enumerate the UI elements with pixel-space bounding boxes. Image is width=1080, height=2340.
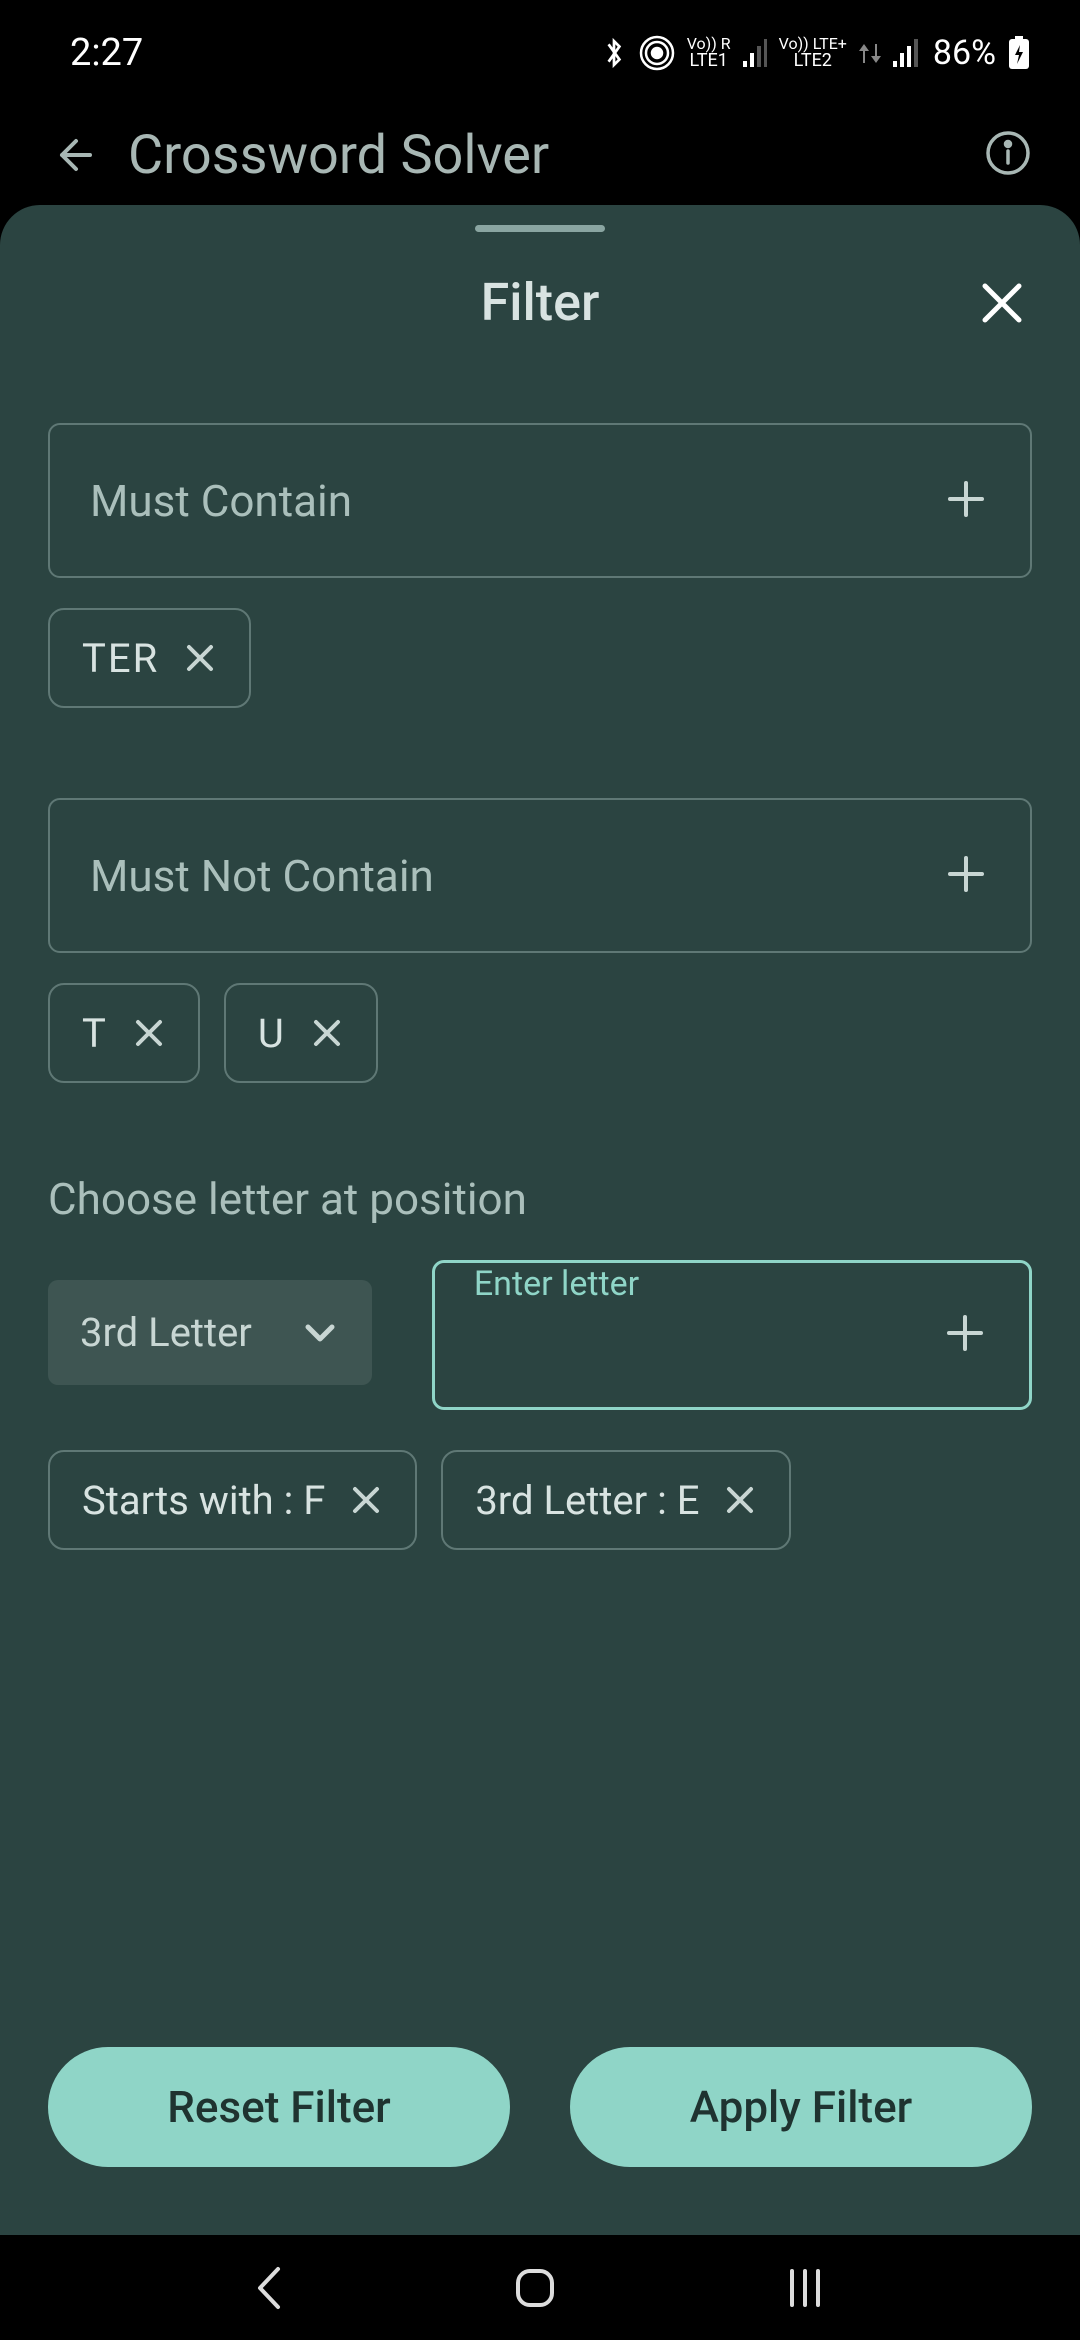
close-icon <box>310 1016 344 1050</box>
info-button[interactable] <box>984 129 1032 181</box>
must-contain-label: Must Contain <box>90 475 942 527</box>
position-dropdown[interactable]: 3rd Letter <box>48 1280 372 1385</box>
updown-icon <box>859 39 881 67</box>
position-chips: Starts with : F 3rd Letter : E <box>48 1450 1032 1550</box>
back-icon[interactable] <box>48 131 96 179</box>
nav-back-icon[interactable] <box>250 2263 290 2313</box>
lte1-indicator: Vo)) R LTE1 <box>687 36 731 70</box>
modal-header: Filter <box>48 272 1032 333</box>
close-button[interactable] <box>972 273 1032 333</box>
add-must-contain[interactable] <box>942 475 990 527</box>
bluetooth-icon <box>601 35 627 71</box>
signal2-icon <box>893 39 921 67</box>
position-section-label: Choose letter at position <box>48 1173 1032 1225</box>
close-icon <box>183 641 217 675</box>
must-not-contain-input[interactable]: Must Not Contain <box>48 798 1032 953</box>
hotspot-icon <box>639 35 675 71</box>
must-contain-input[interactable]: Must Contain <box>48 423 1032 578</box>
lte2-indicator: Vo)) LTE+ LTE2 <box>779 36 847 70</box>
battery-icon <box>1008 36 1030 70</box>
chip-remove[interactable] <box>349 1483 383 1517</box>
dropdown-value: 3rd Letter <box>80 1309 252 1356</box>
chip-remove[interactable] <box>310 1016 344 1050</box>
must-not-contain-chips: T U <box>48 983 1032 1083</box>
status-bar: 2:27 Vo)) R LTE1 Vo)) LTE+ LTE2 86% <box>0 0 1080 105</box>
plus-icon <box>942 475 990 523</box>
close-icon <box>723 1483 757 1517</box>
filter-modal: Filter Must Contain TER Must Not Contain <box>0 205 1080 2235</box>
status-indicators: Vo)) R LTE1 Vo)) LTE+ LTE2 86% <box>601 33 1030 73</box>
signal1-icon <box>743 39 767 67</box>
apply-filter-button[interactable]: Apply Filter <box>570 2047 1032 2167</box>
must-contain-group: Must Contain <box>48 423 1032 578</box>
modal-title: Filter <box>48 272 972 333</box>
reset-label: Reset Filter <box>167 2081 391 2133</box>
enter-letter-label: Enter letter <box>462 1264 651 1304</box>
chip-must-contain[interactable]: TER <box>48 608 251 708</box>
chip-position[interactable]: 3rd Letter : E <box>441 1450 791 1550</box>
position-row: 3rd Letter Enter letter <box>48 1280 1032 1410</box>
chip-label: TER <box>82 635 159 682</box>
chip-remove[interactable] <box>132 1016 166 1050</box>
footer-buttons: Reset Filter Apply Filter <box>48 2047 1032 2187</box>
chip-label: Starts with : F <box>82 1477 325 1524</box>
app-title: Crossword Solver <box>128 124 952 187</box>
chip-position[interactable]: Starts with : F <box>48 1450 417 1550</box>
nav-recents-icon[interactable] <box>780 2263 830 2313</box>
close-icon <box>975 276 1029 330</box>
reset-filter-button[interactable]: Reset Filter <box>48 2047 510 2167</box>
info-icon <box>984 129 1032 177</box>
enter-letter-input[interactable]: Enter letter <box>432 1260 1032 1410</box>
status-time: 2:27 <box>70 31 143 75</box>
chip-label: 3rd Letter : E <box>475 1477 699 1524</box>
close-icon <box>132 1016 166 1050</box>
chip-must-not-contain[interactable]: T <box>48 983 200 1083</box>
chip-label: T <box>82 1010 108 1057</box>
battery-percent: 86% <box>933 33 996 73</box>
chevron-down-icon <box>300 1313 340 1353</box>
must-not-contain-group: Must Not Contain <box>48 798 1032 953</box>
apply-label: Apply Filter <box>690 2081 912 2133</box>
chip-must-not-contain[interactable]: U <box>224 983 378 1083</box>
plus-icon <box>941 1309 989 1357</box>
chip-remove[interactable] <box>723 1483 757 1517</box>
must-not-contain-label: Must Not Contain <box>90 850 942 902</box>
add-position-letter[interactable] <box>941 1309 989 1361</box>
chip-label: U <box>258 1010 286 1057</box>
must-contain-chips: TER <box>48 608 1032 708</box>
chip-remove[interactable] <box>183 641 217 675</box>
enter-letter-group: Enter letter <box>432 1280 1032 1410</box>
app-header: Crossword Solver <box>0 105 1080 205</box>
drag-handle[interactable] <box>475 225 605 232</box>
add-must-not-contain[interactable] <box>942 850 990 902</box>
nav-home-icon[interactable] <box>510 2263 560 2313</box>
plus-icon <box>942 850 990 898</box>
nav-bar <box>0 2235 1080 2340</box>
close-icon <box>349 1483 383 1517</box>
